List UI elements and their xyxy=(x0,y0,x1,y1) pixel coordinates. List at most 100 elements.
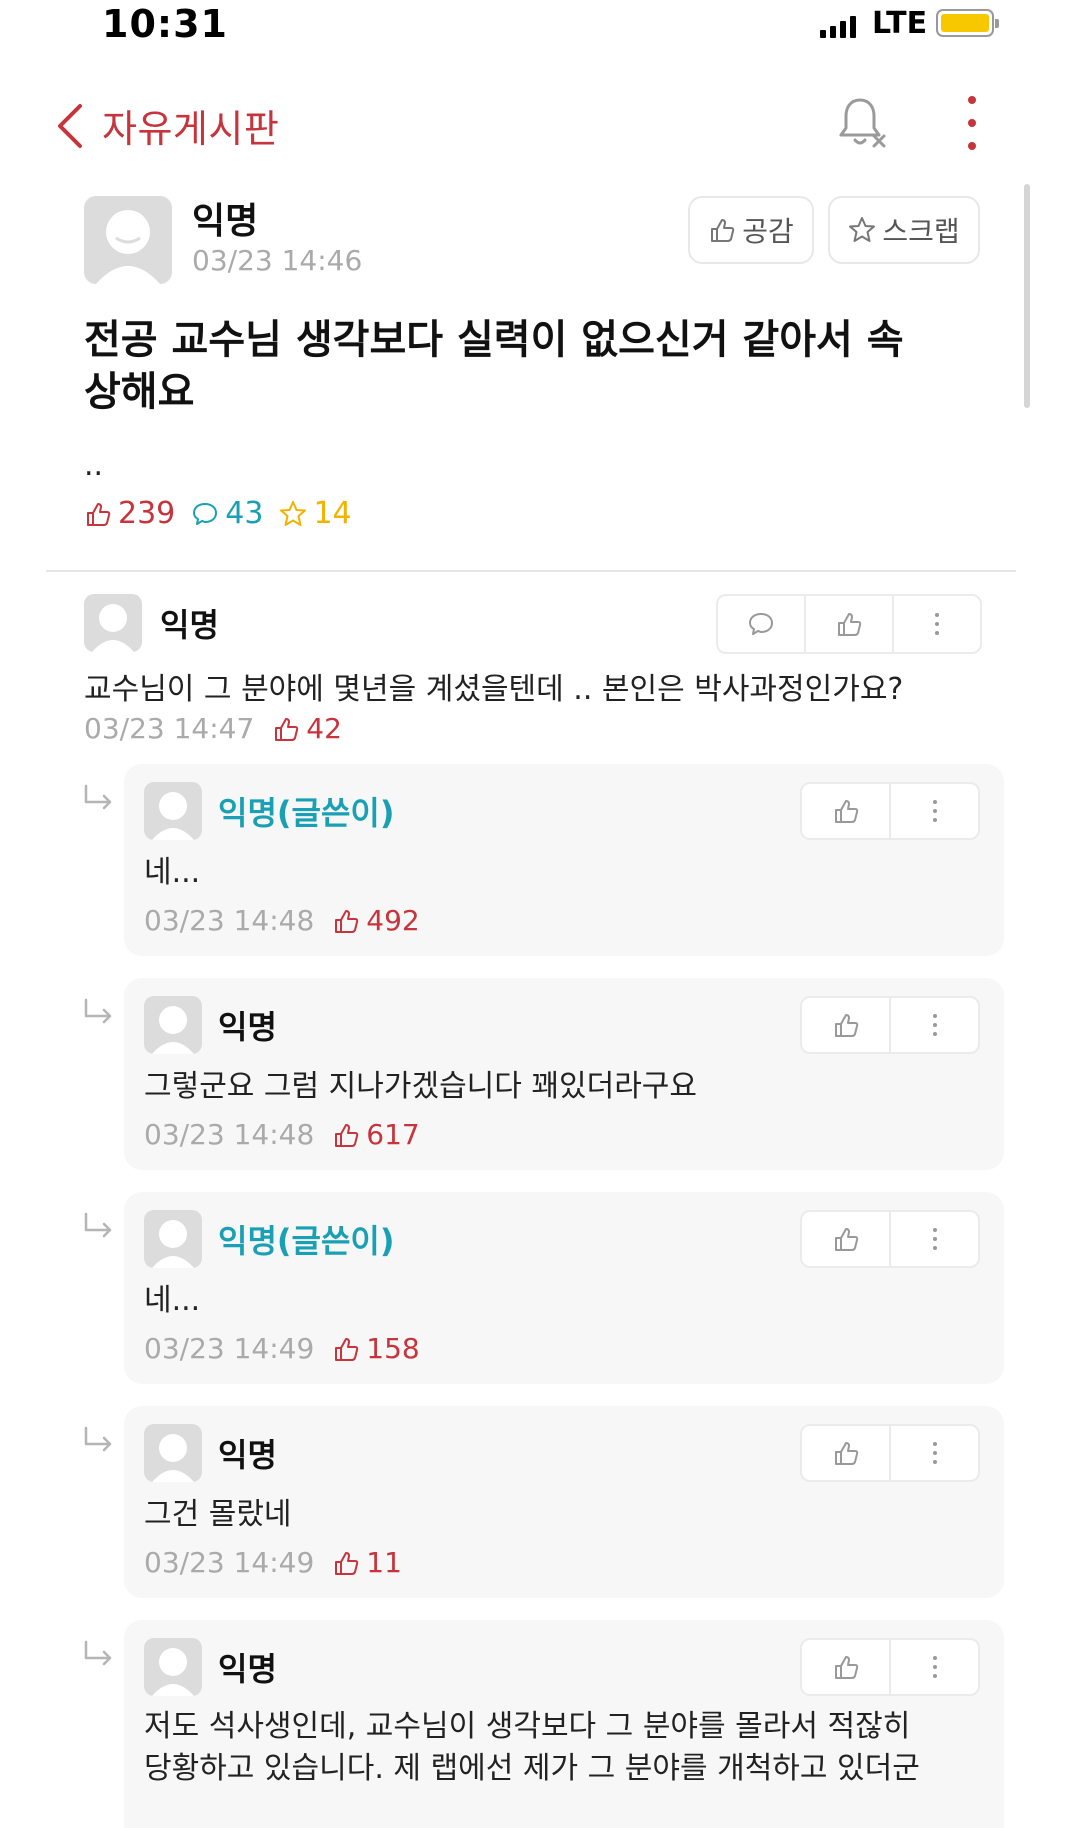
reply-more-button[interactable] xyxy=(889,998,978,1052)
reply-date: 03/23 14:48 xyxy=(144,1118,315,1151)
reply-like-count: 492 xyxy=(332,904,420,937)
scrollbar[interactable] xyxy=(1024,184,1030,408)
signal-icon xyxy=(820,14,856,38)
thumbs-up-icon xyxy=(834,1228,858,1251)
reply-actions xyxy=(800,996,980,1054)
reply-comment: 익명(글쓴이) 네... 03/23 14:48 492 xyxy=(124,764,1004,956)
avatar xyxy=(84,594,142,652)
star-icon xyxy=(280,500,307,526)
post-scrap-label: 스크랩 xyxy=(882,215,960,248)
more-vertical-icon xyxy=(932,1442,937,1464)
more-vertical-icon xyxy=(932,800,937,822)
thumbs-up-icon xyxy=(335,909,359,933)
reply-like-button[interactable] xyxy=(802,1212,889,1266)
post-title: 전공 교수님 생각보다 실력이 없으신거 같아서 속상해요 xyxy=(84,317,904,415)
thumbs-up-icon xyxy=(335,1123,359,1147)
back-button[interactable]: 자유게시판 xyxy=(50,98,279,153)
reply-comment: 익명 저도 석사생인데, 교수님이 생각보다 그 분야를 몰라서 적잖히 당황하… xyxy=(124,1620,1004,1828)
avatar xyxy=(84,196,172,284)
network-label: LTE xyxy=(872,6,928,41)
status-time: 10:31 xyxy=(102,2,228,46)
more-vertical-icon xyxy=(932,1656,937,1678)
reply-author: 익명 xyxy=(218,1008,277,1046)
avatar xyxy=(144,1638,202,1696)
reply-like-count: 11 xyxy=(332,1546,402,1579)
post-like-label: 공감 xyxy=(742,215,794,248)
reply-author: 익명 xyxy=(218,1436,277,1474)
reply-like-button[interactable] xyxy=(802,998,889,1052)
reply-more-button[interactable] xyxy=(889,1212,978,1266)
comment-text: 교수님이 그 분야에 몇년을 계셨을텐데 .. 본인은 박사과정인가요? xyxy=(84,672,904,707)
comment-like-button[interactable] xyxy=(804,596,892,652)
reply-like-button[interactable] xyxy=(802,1640,889,1694)
reply-meta: 03/23 14:49 158 xyxy=(144,1332,420,1365)
board-title: 자유게시판 xyxy=(102,107,280,151)
comment-like-count: 42 xyxy=(272,712,342,745)
avatar xyxy=(144,996,202,1054)
comment-icon xyxy=(749,613,773,635)
reply-text-line-1: 저도 석사생인데, 교수님이 생각보다 그 분야를 몰라서 적잖히 xyxy=(144,1709,911,1744)
post-like-count: 239 xyxy=(84,496,175,531)
reply-like-button[interactable] xyxy=(802,784,889,838)
reply-more-button[interactable] xyxy=(889,784,978,838)
reply-meta: 03/23 14:48 617 xyxy=(144,1118,420,1151)
comment-date: 03/23 14:47 xyxy=(84,712,255,745)
reply-actions xyxy=(800,1638,980,1696)
reply-comment: 익명 그건 몰랐네 03/23 14:49 11 xyxy=(124,1406,1004,1598)
thumbs-up-icon xyxy=(275,717,299,741)
reply-like-count: 617 xyxy=(332,1118,420,1151)
star-icon xyxy=(849,217,876,242)
reply-arrow-icon xyxy=(84,998,112,1024)
top-app-bar: 자유게시판 xyxy=(0,80,1080,160)
reply-actions xyxy=(800,782,980,840)
more-vertical-icon[interactable] xyxy=(960,96,984,150)
reply-text: 그건 몰랐네 xyxy=(144,1497,292,1532)
divider xyxy=(46,570,1016,572)
thumbs-up-icon xyxy=(834,800,858,823)
thumbs-up-icon xyxy=(335,1551,359,1575)
reply-button[interactable] xyxy=(718,596,804,652)
status-bar: 10:31 LTE xyxy=(0,0,1080,52)
more-vertical-icon xyxy=(935,613,939,635)
reply-like-count: 158 xyxy=(332,1332,420,1365)
comment-icon xyxy=(193,502,218,525)
reply-more-button[interactable] xyxy=(889,1426,978,1480)
comment-actions xyxy=(716,594,982,654)
post-stats: 239 43 14 xyxy=(84,496,352,531)
reply-author: 익명(글쓴이) xyxy=(218,794,395,832)
reply-like-button[interactable] xyxy=(802,1426,889,1480)
post-like-button[interactable]: 공감 xyxy=(688,196,814,264)
reply-author: 익명(글쓴이) xyxy=(218,1222,395,1260)
reply-text: 네... xyxy=(144,855,201,890)
thumbs-up-icon xyxy=(87,502,111,526)
reply-actions xyxy=(800,1424,980,1482)
reply-comment: 익명(글쓴이) 네... 03/23 14:49 158 xyxy=(124,1192,1004,1384)
battery-icon xyxy=(936,9,999,37)
reply-author: 익명 xyxy=(218,1650,277,1688)
reply-meta: 03/23 14:49 11 xyxy=(144,1546,402,1579)
reply-text: 네... xyxy=(144,1283,201,1318)
reply-comment: 익명 그렇군요 그럼 지나가겠습니다 꽤있더라구요 03/23 14:48 61… xyxy=(124,978,1004,1170)
reply-arrow-icon xyxy=(84,1426,112,1452)
post-body: .. xyxy=(84,448,104,483)
avatar xyxy=(144,1210,202,1268)
comment-more-button[interactable] xyxy=(892,596,980,652)
thumbs-up-icon xyxy=(834,1656,858,1679)
post-scrap-button[interactable]: 스크랩 xyxy=(828,196,980,264)
more-vertical-icon xyxy=(932,1014,937,1036)
reply-date: 03/23 14:49 xyxy=(144,1546,315,1579)
chevron-left-icon xyxy=(58,103,82,148)
thumbs-up-icon xyxy=(834,1014,858,1037)
comment-author: 익명 xyxy=(160,606,219,644)
bell-off-icon[interactable] xyxy=(836,94,890,150)
more-vertical-icon xyxy=(932,1228,937,1250)
reply-date: 03/23 14:49 xyxy=(144,1332,315,1365)
reply-text-line-2: 당황하고 있습니다. 제 랩에선 제가 그 분야를 개척하고 있더군 xyxy=(144,1751,920,1786)
post-date: 03/23 14:46 xyxy=(192,244,363,277)
reply-text: 그렇군요 그럼 지나가겠습니다 꽤있더라구요 xyxy=(144,1069,698,1104)
reply-more-button[interactable] xyxy=(889,1640,978,1694)
thumbs-up-icon xyxy=(834,1442,858,1465)
reply-arrow-icon xyxy=(84,1212,112,1238)
reply-arrow-icon xyxy=(84,784,112,810)
reply-actions xyxy=(800,1210,980,1268)
